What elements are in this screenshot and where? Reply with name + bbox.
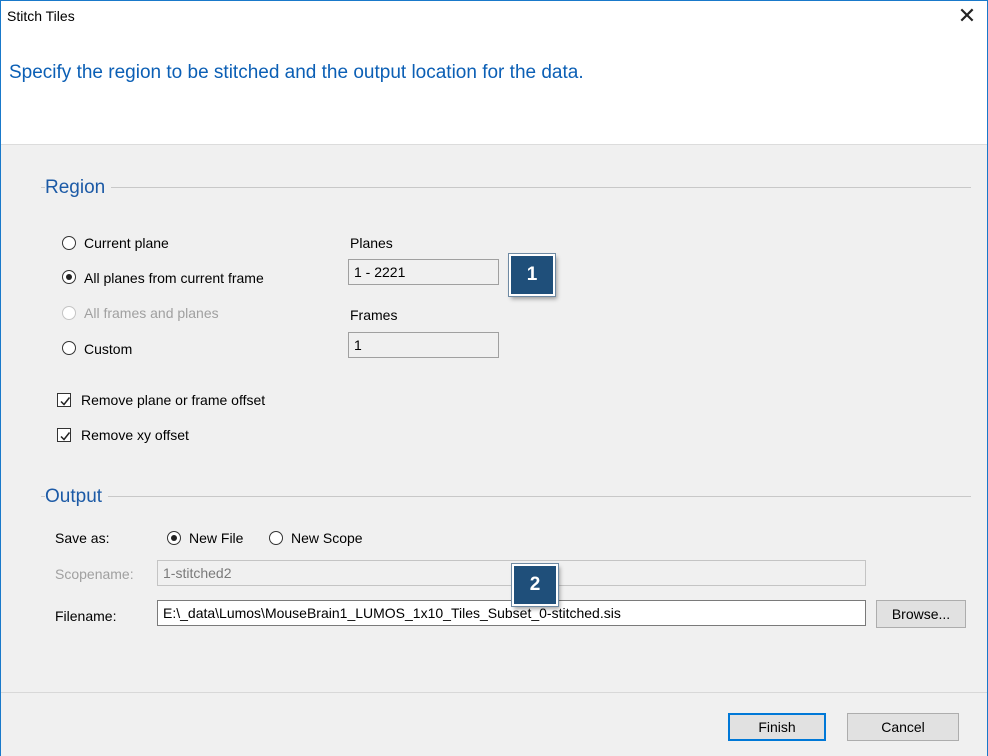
dialog-body: Region Current plane All planes from cur… xyxy=(1,144,987,756)
radio-new-file[interactable] xyxy=(167,531,181,545)
filename-label: Filename: xyxy=(55,608,117,624)
window-title: Stitch Tiles xyxy=(7,8,75,24)
radio-custom[interactable] xyxy=(62,341,76,355)
radio-all-frames-and-planes xyxy=(62,306,76,320)
radio-new-scope[interactable] xyxy=(269,531,283,545)
callout-badge-1: 1 xyxy=(509,254,555,296)
title-bar: Stitch Tiles ✕ xyxy=(1,1,987,31)
radio-all-planes-current-frame[interactable] xyxy=(62,270,76,284)
radio-new-scope-label: New Scope xyxy=(291,530,363,546)
frames-field[interactable]: 1 xyxy=(348,332,499,358)
browse-button[interactable]: Browse... xyxy=(876,600,966,628)
output-group-rule xyxy=(41,496,971,497)
checkmark-icon xyxy=(60,397,71,406)
cancel-button[interactable]: Cancel xyxy=(847,713,959,741)
radio-all-planes-label: All planes from current frame xyxy=(84,270,264,286)
scopename-label: Scopename: xyxy=(55,566,134,582)
remove-plane-offset-label: Remove plane or frame offset xyxy=(81,392,266,408)
footer-divider xyxy=(1,692,987,693)
remove-plane-offset-checkbox[interactable] xyxy=(57,393,71,407)
finish-button[interactable]: Finish xyxy=(728,713,826,741)
frames-label: Frames xyxy=(350,307,398,323)
region-group-rule xyxy=(41,187,971,188)
planes-field[interactable]: 1 - 2221 xyxy=(348,259,499,285)
checkmark-icon xyxy=(60,432,71,441)
region-heading: Region xyxy=(45,177,112,199)
radio-current-plane-label: Current plane xyxy=(84,235,169,251)
radio-all-frames-label: All frames and planes xyxy=(84,305,219,321)
remove-xy-offset-label: Remove xy offset xyxy=(81,427,189,443)
radio-custom-label: Custom xyxy=(84,341,133,357)
radio-current-plane[interactable] xyxy=(62,236,76,250)
stitch-tiles-dialog: Stitch Tiles ✕ Specify the region to be … xyxy=(0,0,988,756)
callout-badge-2: 2 xyxy=(512,564,558,606)
radio-new-file-label: New File xyxy=(189,530,244,546)
save-as-label: Save as: xyxy=(55,530,110,546)
remove-xy-offset-checkbox[interactable] xyxy=(57,428,71,442)
planes-label: Planes xyxy=(350,235,393,251)
close-icon[interactable]: ✕ xyxy=(953,3,981,29)
instruction-text: Specify the region to be stitched and th… xyxy=(9,62,584,83)
output-heading: Output xyxy=(45,486,109,508)
